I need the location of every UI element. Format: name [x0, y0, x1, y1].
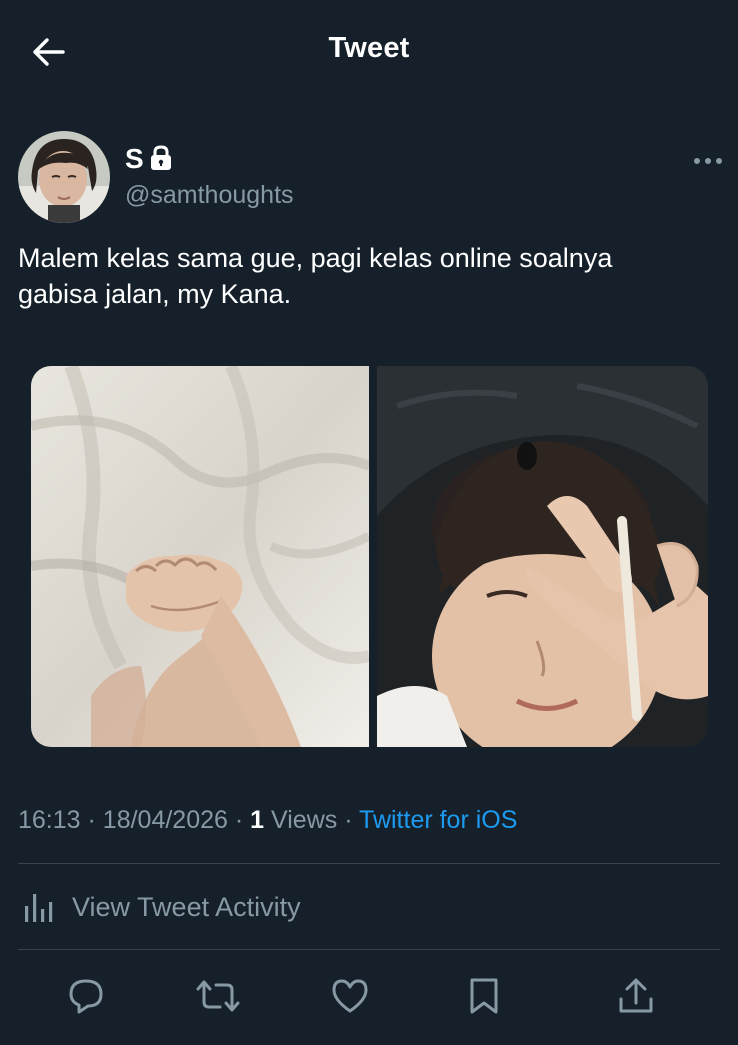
display-name[interactable]: S: [125, 143, 144, 175]
tweet-text-line: gabisa jalan, my Kana.: [18, 279, 292, 309]
lock-icon: [150, 145, 172, 171]
retweet-button[interactable]: [194, 972, 242, 1020]
share-icon: [619, 978, 653, 1013]
activity-label: View Tweet Activity: [72, 891, 301, 922]
tweet-date: 18/04/2026: [102, 806, 228, 834]
views-count[interactable]: 1: [250, 806, 271, 834]
more-horizontal-icon: [694, 158, 722, 164]
tweet-text-line: Malem kelas sama gue, pagi kelas online …: [18, 243, 613, 273]
heart-icon: [332, 979, 368, 1013]
views-label[interactable]: Views: [271, 806, 337, 834]
header: Tweet: [0, 0, 738, 100]
tweet-actions: [0, 958, 738, 1034]
media-image-hands[interactable]: [31, 366, 369, 747]
meta-separator: ·: [87, 806, 103, 834]
bookmark-button[interactable]: [460, 972, 508, 1020]
author-handle[interactable]: @samthoughts: [125, 181, 294, 210]
page-title: Tweet: [328, 32, 410, 64]
share-button[interactable]: [612, 972, 660, 1020]
tweet-meta: 16:13 · 18/04/2026 · 1 Views · Twitter f…: [18, 806, 517, 835]
bookmark-icon: [470, 978, 498, 1014]
retweet-icon: [196, 980, 240, 1012]
reply-button[interactable]: [62, 972, 110, 1020]
tweet-text: Malem kelas sama gue, pagi kelas online …: [18, 240, 708, 312]
media-image-selfie[interactable]: [377, 366, 708, 747]
divider: [18, 863, 720, 864]
more-options-button[interactable]: [690, 150, 726, 172]
bar-chart-icon: [20, 887, 60, 927]
meta-separator: ·: [344, 806, 360, 834]
avatar[interactable]: [18, 131, 110, 223]
tweet-time: 16:13: [18, 806, 81, 834]
tweet-detail-page: Tweet S @samthoughts Malem kelas sama gu…: [0, 0, 738, 1045]
author-name-row[interactable]: S: [125, 143, 172, 175]
tweet-source-link[interactable]: Twitter for iOS: [359, 806, 517, 834]
view-tweet-activity-button[interactable]: View Tweet Activity: [18, 872, 720, 942]
reply-icon: [69, 979, 103, 1014]
meta-separator: ·: [234, 806, 251, 834]
divider: [18, 949, 720, 950]
tweet-media: [31, 366, 708, 747]
like-button[interactable]: [326, 972, 374, 1020]
